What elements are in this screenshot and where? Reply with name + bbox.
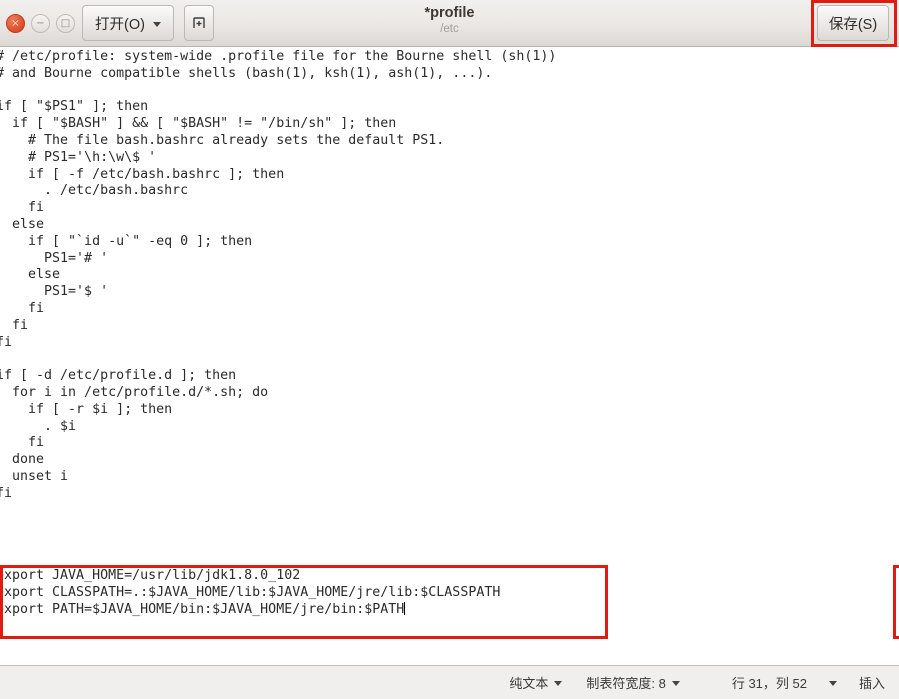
- statusbar: 纯文本 制表符宽度: 8 行 31，列 52 插入: [0, 665, 899, 699]
- file-type-selector[interactable]: 纯文本: [509, 673, 563, 692]
- editor-highlighted-content[interactable]: export JAVA_HOME=/usr/lib/jdk1.8.0_102 e…: [0, 568, 500, 618]
- window-controls: × − □: [6, 14, 75, 33]
- save-button[interactable]: 保存(S): [817, 5, 889, 41]
- text-editor-area[interactable]: # /etc/profile: system-wide .profile fil…: [0, 47, 899, 665]
- chevron-down-icon: [152, 21, 161, 27]
- open-button-label: 打开(O): [95, 16, 145, 33]
- chevron-down-icon: [671, 681, 680, 686]
- new-document-button[interactable]: [184, 5, 214, 41]
- open-button[interactable]: 打开(O): [82, 5, 174, 41]
- new-document-icon: [191, 15, 207, 31]
- cursor-position: 行 31，列 52: [732, 673, 807, 692]
- insert-mode-label: 插入: [858, 676, 885, 691]
- annotation-box-right-fragment: [893, 565, 899, 639]
- file-type-label: 纯文本: [509, 676, 549, 691]
- cursor-position-label: 行 31，列 52: [731, 676, 807, 691]
- tab-width-selector[interactable]: 制表符宽度: 8: [586, 673, 680, 692]
- statusbar-extra-menu[interactable]: [828, 679, 837, 686]
- minimize-icon[interactable]: −: [31, 14, 50, 33]
- insert-mode-indicator[interactable]: 插入: [859, 673, 885, 692]
- titlebar: × − □ 打开(O) *profile /etc 保存(S): [0, 0, 899, 47]
- editor-content[interactable]: # /etc/profile: system-wide .profile fil…: [0, 49, 556, 503]
- chevron-down-icon: [828, 681, 837, 686]
- text-cursor: [404, 601, 406, 615]
- chevron-down-icon: [554, 681, 563, 686]
- tab-width-label: 制表符宽度: 8: [586, 676, 666, 691]
- save-button-label: 保存(S): [828, 16, 878, 33]
- gedit-window: × − □ 打开(O) *profile /etc 保存(S) /etc/pro…: [0, 0, 899, 699]
- maximize-icon[interactable]: □: [56, 14, 75, 33]
- close-icon[interactable]: ×: [6, 14, 25, 33]
